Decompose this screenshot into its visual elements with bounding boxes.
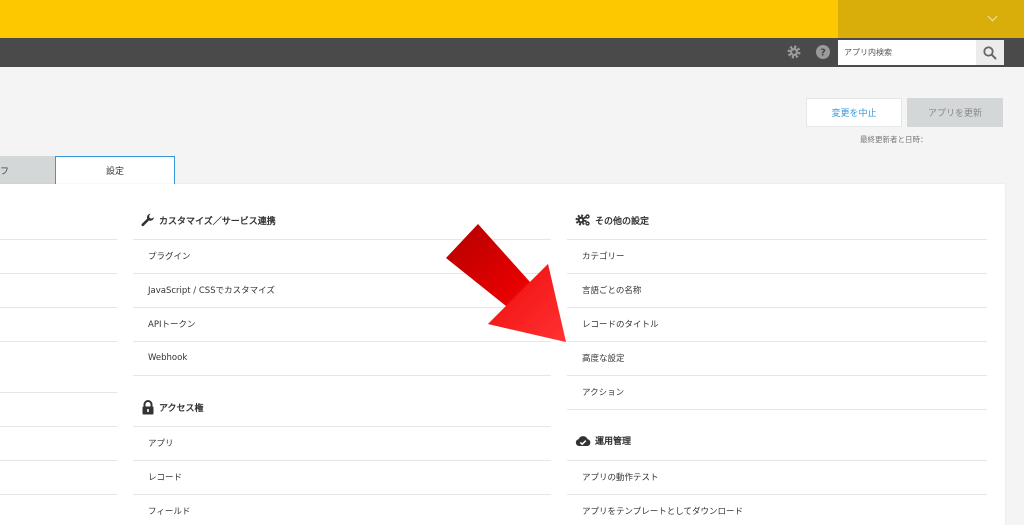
divider	[0, 392, 117, 393]
list-item[interactable]: アクション	[567, 375, 987, 409]
user-menu[interactable]	[838, 0, 1024, 38]
app-search-input[interactable]	[838, 40, 976, 65]
last-updated-label: 最終更新者と日時：	[860, 135, 928, 144]
help-icon[interactable]: ?	[815, 44, 831, 60]
divider	[0, 341, 117, 342]
list-item[interactable]: レコードのタイトル	[567, 307, 987, 341]
list-item[interactable]: アプリをテンプレートとしてダウンロード	[567, 494, 987, 525]
list-item[interactable]: レコード	[133, 460, 551, 494]
update-app-button[interactable]: アプリを更新	[907, 98, 1003, 127]
list-item[interactable]: 高度な設定	[567, 341, 987, 375]
section-access-title: アクセス権	[141, 400, 204, 415]
section-other-title: その他の設定	[575, 213, 649, 227]
tab-settings[interactable]: 設定	[55, 156, 175, 184]
cancel-changes-button[interactable]: 変更を中止	[806, 98, 902, 127]
svg-text:?: ?	[820, 48, 826, 59]
search-icon	[983, 45, 997, 59]
gear-icon[interactable]	[786, 44, 802, 60]
list-item[interactable]: フィールド	[133, 494, 551, 525]
divider	[0, 307, 117, 308]
top-bar	[0, 0, 1024, 38]
search-button[interactable]	[976, 40, 1004, 65]
red-arrow-annotation	[446, 224, 566, 342]
chevron-down-icon[interactable]	[987, 11, 998, 22]
section-operation-title: 運用管理	[575, 434, 631, 447]
divider	[567, 409, 987, 410]
lock-icon	[142, 400, 154, 415]
wrench-icon	[141, 213, 154, 227]
list-item[interactable]: カテゴリー	[567, 239, 987, 273]
cloud-check-icon	[575, 436, 591, 446]
list-item[interactable]: 言語ごとの名称	[567, 273, 987, 307]
divider	[0, 426, 117, 427]
section-customize-title: カスタマイズ／サービス連携	[141, 213, 276, 227]
divider	[133, 375, 551, 376]
divider	[0, 494, 117, 495]
list-item[interactable]: アプリの動作テスト	[567, 460, 987, 494]
divider	[0, 239, 117, 240]
divider	[0, 460, 117, 461]
list-item[interactable]: アプリ	[133, 426, 551, 460]
divider	[0, 273, 117, 274]
tab-previous[interactable]: フ	[0, 156, 55, 184]
